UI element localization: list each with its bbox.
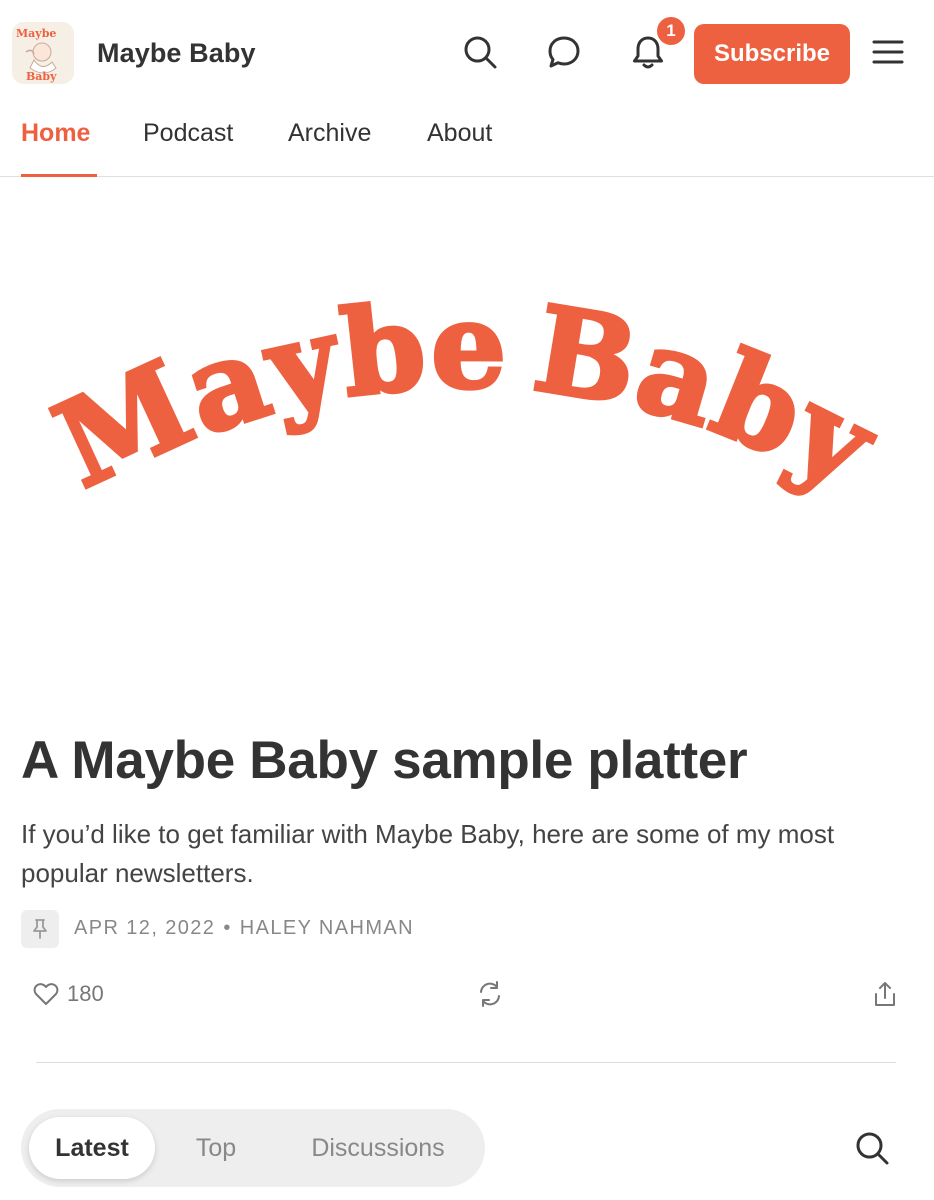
hero-wordmark-line-2: Baby <box>526 279 899 517</box>
like-button[interactable]: 180 <box>33 975 104 1013</box>
search-button[interactable] <box>460 32 500 72</box>
search-icon <box>856 1132 889 1165</box>
pin-icon <box>33 919 47 939</box>
publication-logo[interactable]: Maybe Baby <box>12 22 74 84</box>
logo-artwork: Maybe Baby <box>12 22 74 84</box>
post-author[interactable]: HALEY NAHMAN <box>240 917 414 939</box>
section-divider <box>36 1062 896 1063</box>
top-bar: Maybe Baby Maybe Baby 1 Subscribe <box>0 0 934 108</box>
logo-text-top: Maybe <box>16 27 56 40</box>
filter-tab-discussions[interactable]: Discussions <box>283 1117 473 1179</box>
feed-filter: Latest Top Discussions <box>21 1109 485 1187</box>
like-count: 180 <box>67 981 104 1006</box>
post-date: APR 12, 2022 <box>74 917 216 939</box>
post-meta: APR 12, 2022 • HALEY NAHMAN <box>74 917 414 940</box>
publication-name[interactable]: Maybe Baby <box>97 38 256 69</box>
page: Maybe Baby Maybe Baby 1 Subscribe Home P… <box>0 0 934 1200</box>
hero-wordmark: Maybe Baby <box>33 274 898 519</box>
tab-archive[interactable]: Archive <box>288 118 371 174</box>
share-icon <box>875 982 895 1006</box>
logo-text-bottom: Baby <box>26 70 57 83</box>
search-icon <box>464 36 497 69</box>
meta-separator: • <box>223 917 232 939</box>
menu-icon <box>872 40 904 64</box>
post-title[interactable]: A Maybe Baby sample platter <box>21 730 748 791</box>
section-nav: Home Podcast Archive About <box>0 108 934 177</box>
repost-icon <box>480 981 500 1007</box>
hero-wordmark-text: Maybe Baby <box>35 276 898 517</box>
menu-button[interactable] <box>868 32 908 72</box>
feed-search-button[interactable] <box>852 1128 892 1168</box>
tab-home[interactable]: Home <box>21 118 90 174</box>
filter-tab-latest[interactable]: Latest <box>29 1117 155 1179</box>
heart-icon <box>33 983 59 1005</box>
chat-button[interactable] <box>544 32 584 72</box>
hero-banner[interactable]: Maybe Baby <box>0 177 934 697</box>
restack-button[interactable] <box>476 975 504 1013</box>
chat-bubble-icon <box>548 36 580 68</box>
share-button[interactable] <box>872 975 898 1013</box>
tab-podcast[interactable]: Podcast <box>143 118 233 174</box>
filter-tab-top[interactable]: Top <box>171 1117 261 1179</box>
notification-badge: 1 <box>654 14 688 48</box>
subscribe-button[interactable]: Subscribe <box>694 24 850 84</box>
tab-about[interactable]: About <box>427 118 492 174</box>
post-subtitle[interactable]: If you’d like to get familiar with Maybe… <box>21 815 901 893</box>
hero-wordmark-line-1: Maybe <box>35 276 508 515</box>
pinned-indicator <box>21 910 59 948</box>
